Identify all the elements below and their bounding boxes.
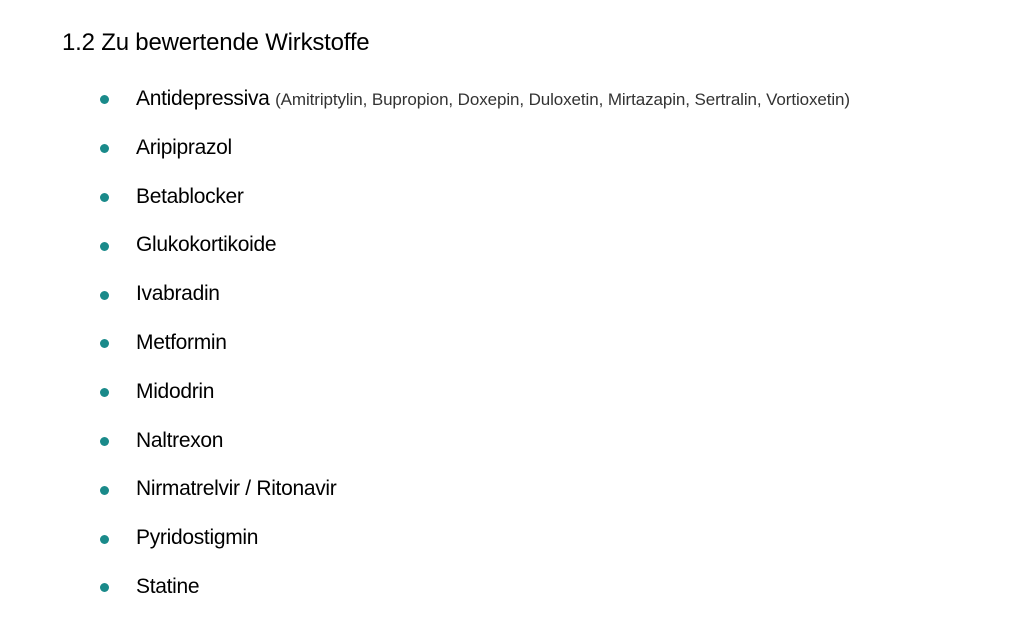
item-name: Metformin [136, 330, 227, 354]
item-text: Nirmatrelvir / Ritonavir [136, 465, 337, 514]
item-text: Antidepressiva (Amitriptylin, Bupropion,… [136, 75, 850, 125]
item-text: Midodrin [136, 368, 214, 417]
item-name: Nirmatrelvir / Ritonavir [136, 477, 337, 501]
item-name: Naltrexon [136, 428, 224, 452]
item-name: Pyridostigmin [136, 526, 259, 550]
item-name: Midodrin [136, 379, 215, 403]
bullet-icon [100, 339, 109, 349]
item-detail: (Amitriptylin, Bupropion, Doxepin, Dulox… [275, 90, 850, 109]
item-text: Pyridostigmin [136, 514, 258, 563]
bullet-icon [100, 192, 109, 202]
bullet-icon [100, 485, 109, 495]
item-text: Statine [136, 563, 200, 612]
item-text: Glukokortikoide [136, 221, 277, 270]
document-page: 1.2 Zu bewertende Wirkstoffe Antidepress… [0, 0, 1030, 625]
item-name: Ivabradin [136, 282, 220, 306]
bullet-icon [100, 95, 109, 105]
item-text: Betablocker [136, 173, 244, 222]
item-text: Naltrexon [136, 417, 223, 466]
bullet-icon [100, 534, 109, 544]
item-name: Aripiprazol [136, 135, 232, 159]
section-heading: 1.2 Zu bewertende Wirkstoffe [62, 29, 370, 56]
item-text: Metformin [136, 319, 227, 368]
item-name: Antidepressiva [136, 87, 270, 110]
bullet-icon [100, 144, 109, 154]
bullet-icon [100, 388, 109, 398]
item-name: Statine [136, 574, 200, 598]
item-text: Aripiprazol [136, 124, 232, 173]
bullet-icon [100, 583, 109, 593]
bullet-icon [100, 290, 109, 300]
bullet-icon [100, 241, 109, 251]
item-name: Betablocker [136, 184, 244, 208]
bullet-icon [100, 436, 109, 446]
item-name: Glukokortikoide [136, 233, 277, 257]
item-text: Ivabradin [136, 270, 220, 319]
